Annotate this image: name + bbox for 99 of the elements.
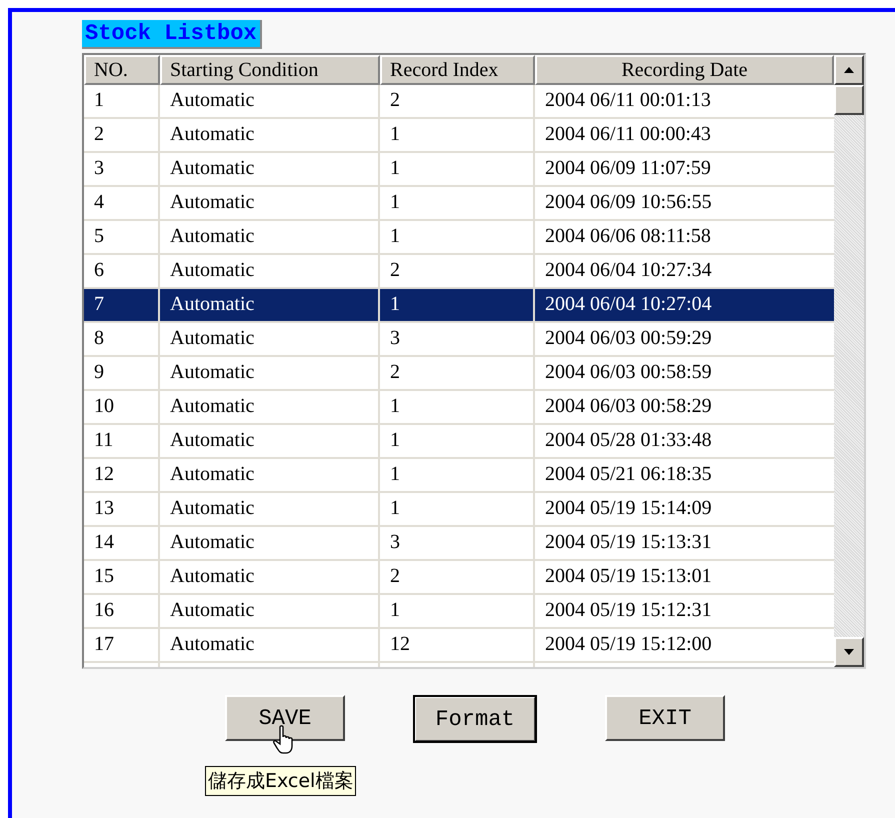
table-cell: 14 <box>94 531 114 553</box>
table-cell: Automatic <box>170 463 254 485</box>
table-cell: 4 <box>94 191 104 213</box>
table-cell: Automatic <box>170 259 254 281</box>
table-cell: 1 <box>390 123 400 145</box>
table-cell: 2004 06/04 10:27:34 <box>545 259 712 281</box>
table-cell: 2004 05/19 15:12:00 <box>545 633 712 655</box>
table-cell: 2004 06/11 00:00:43 <box>545 123 711 145</box>
scroll-down-button[interactable] <box>834 637 864 667</box>
down-triangle-icon <box>843 648 855 656</box>
table-cell: 9 <box>94 361 104 383</box>
table-row[interactable]: 14 Automatic 3 2004 05/19 15:13:31 <box>84 527 834 561</box>
scrollbar[interactable] <box>834 55 864 667</box>
table-row[interactable]: 15 Automatic 2 2004 05/19 15:13:01 <box>84 561 834 595</box>
table-cell: 2004 06/03 00:58:59 <box>545 361 712 383</box>
table-cell: 2004 06/06 08:11:58 <box>545 225 711 247</box>
table-cell: 2004 06/09 11:07:59 <box>545 157 711 179</box>
push-button[interactable]: EXIT <box>605 695 725 741</box>
table-cell: 12 <box>94 463 114 485</box>
scroll-thumb[interactable] <box>834 85 864 115</box>
table-cell: 2004 05/19 15:13:31 <box>545 531 712 553</box>
table-cell: 2 <box>390 361 400 383</box>
column-header[interactable]: Starting Condition <box>160 55 380 85</box>
up-triangle-icon <box>843 66 855 74</box>
table-row[interactable]: 4 Automatic 1 2004 06/09 10:56:55 <box>84 187 834 221</box>
table-cell: 2004 06/09 10:56:55 <box>545 191 712 213</box>
table-cell: Automatic <box>170 633 254 655</box>
table-cell: Automatic <box>170 395 254 417</box>
table-row[interactable]: 3 Automatic 1 2004 06/09 11:07:59 <box>84 153 834 187</box>
table-cell: 8 <box>94 327 104 349</box>
table-cell: 1 <box>390 463 400 485</box>
table-cell: 7 <box>94 293 104 315</box>
table-cell: 2004 05/28 01:33:48 <box>545 429 712 451</box>
push-button[interactable]: Format <box>413 695 537 743</box>
table-cell: 2004 06/03 00:58:29 <box>545 395 712 417</box>
table-cell: 1 <box>390 599 400 621</box>
tooltip: 儲存成Excel檔案 <box>205 766 356 796</box>
table-row[interactable]: 17 Automatic 12 2004 05/19 15:12:00 <box>84 629 834 663</box>
table-cell: 13 <box>94 497 114 519</box>
table-row[interactable]: 7 Automatic 1 2004 06/04 10:27:04 <box>84 289 834 323</box>
table-cell: 1 <box>390 293 400 315</box>
table-row[interactable]: 11 Automatic 1 2004 05/28 01:33:48 <box>84 425 834 459</box>
table-row[interactable]: 5 Automatic 1 2004 06/06 08:11:58 <box>84 221 834 255</box>
table-cell: 3 <box>390 531 400 553</box>
table-cell: 1 <box>390 191 400 213</box>
table-cell: 1 <box>94 89 104 111</box>
table-cell: 16 <box>94 599 114 621</box>
table-cell: Automatic <box>170 497 254 519</box>
table-row[interactable]: 9 Automatic 2 2004 06/03 00:58:59 <box>84 357 834 391</box>
table-cell: Automatic <box>170 361 254 383</box>
column-header[interactable]: Record Index <box>380 55 535 85</box>
table-cell: 12 <box>390 633 410 655</box>
table-cell: Automatic <box>170 225 254 247</box>
table-cell: 1 <box>390 395 400 417</box>
table-cell: Automatic <box>170 327 254 349</box>
table-cell: Automatic <box>170 123 254 145</box>
table-row[interactable]: 8 Automatic 3 2004 06/03 00:59:29 <box>84 323 834 357</box>
table-cell: 2004 06/11 00:01:13 <box>545 89 711 111</box>
table-cell: Automatic <box>170 89 254 111</box>
scroll-up-button[interactable] <box>834 55 864 85</box>
table-cell: 17 <box>94 633 114 655</box>
table-cell: 2004 05/19 15:13:01 <box>545 565 712 587</box>
table-cell: 3 <box>94 157 104 179</box>
table-cell: 2004 06/03 00:59:29 <box>545 327 712 349</box>
table-cell: Automatic <box>170 429 254 451</box>
table-cell: 11 <box>94 429 114 451</box>
table-row[interactable]: 1 Automatic 2 2004 06/11 00:01:13 <box>84 85 834 119</box>
table-cell: 2004 05/21 06:18:35 <box>545 463 712 485</box>
table-row[interactable]: 2 Automatic 1 2004 06/11 00:00:43 <box>84 119 834 153</box>
table-cell: Automatic <box>170 293 254 315</box>
table-cell: 2 <box>390 259 400 281</box>
table-cell: 2004 05/19 15:12:31 <box>545 599 712 621</box>
push-button[interactable]: SAVE <box>225 695 345 741</box>
table-cell: 1 <box>390 157 400 179</box>
table-cell: 1 <box>390 429 400 451</box>
table-cell: 3 <box>390 327 400 349</box>
table-cell: 15 <box>94 565 114 587</box>
table-cell: Automatic <box>170 565 254 587</box>
table-cell: 1 <box>390 225 400 247</box>
table-cell: 2004 05/19 15:14:09 <box>545 497 712 519</box>
table-cell: 1 <box>390 497 400 519</box>
table-cell: 2 <box>390 89 400 111</box>
table-cell: Automatic <box>170 157 254 179</box>
listbox-title: Stock Listbox <box>82 20 262 49</box>
table-cell: Automatic <box>170 599 254 621</box>
table-cell: 2 <box>94 123 104 145</box>
table-cell: 5 <box>94 225 104 247</box>
column-header[interactable]: Recording Date <box>535 55 834 85</box>
column-header[interactable]: NO. <box>84 55 160 85</box>
table-cell: 2 <box>390 565 400 587</box>
table-cell: Automatic <box>170 191 254 213</box>
table-row[interactable]: 16 Automatic 1 2004 05/19 15:12:31 <box>84 595 834 629</box>
table-cell: 10 <box>94 395 114 417</box>
table-row[interactable]: 10 Automatic 1 2004 06/03 00:58:29 <box>84 391 834 425</box>
table-cell: Automatic <box>170 531 254 553</box>
table-cell: 6 <box>94 259 104 281</box>
table-row[interactable]: 12 Automatic 1 2004 05/21 06:18:35 <box>84 459 834 493</box>
table-cell: 2004 06/04 10:27:04 <box>545 293 712 315</box>
table-row[interactable]: 13 Automatic 1 2004 05/19 15:14:09 <box>84 493 834 527</box>
